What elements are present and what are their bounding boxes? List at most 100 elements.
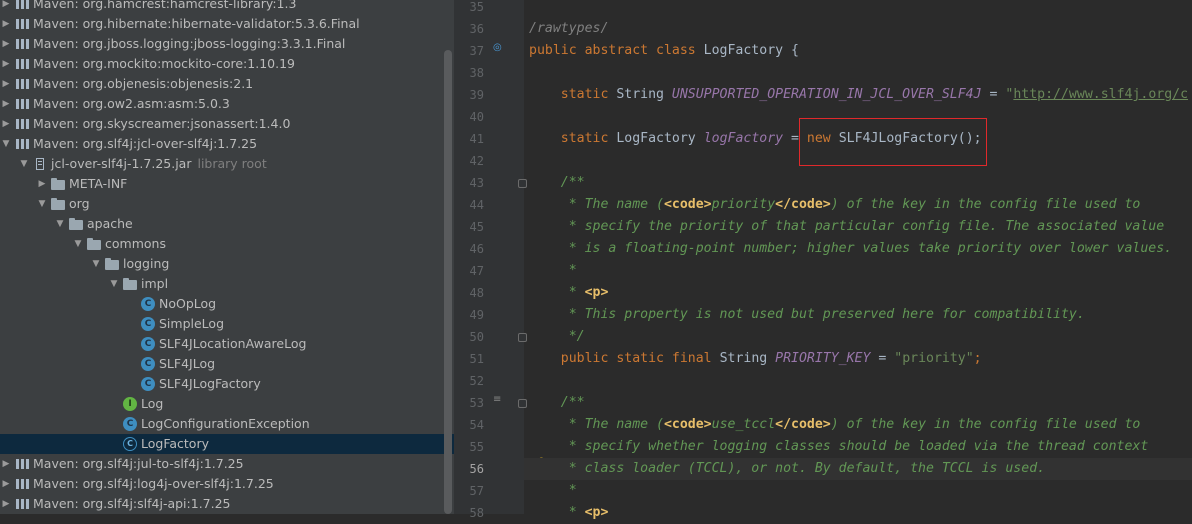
tree-row[interactable]: C NoOpLog	[0, 294, 454, 314]
tree-row[interactable]: ▼ apache	[0, 214, 454, 234]
tree-row[interactable]: I Log	[0, 394, 454, 414]
tree-row-label: Maven: org.slf4j:jul-to-slf4j:1.7.25	[33, 456, 244, 471]
line-number[interactable]: 37	[454, 40, 484, 62]
tree-row[interactable]: ▶ Maven: org.slf4j:jul-to-slf4j:1.7.25	[0, 454, 454, 474]
code-line[interactable]: * <p>	[529, 502, 609, 524]
folder-icon	[123, 277, 137, 291]
line-number[interactable]: 39	[454, 84, 484, 106]
line-number[interactable]: 42	[454, 150, 484, 172]
tree-row[interactable]: ▶ Maven: org.slf4j:slf4j-api:1.7.25	[0, 494, 454, 514]
tree-row[interactable]: ▶ Maven: org.hamcrest:hamcrest-library:1.…	[0, 0, 454, 14]
tree-row[interactable]: ▶ Maven: org.ow2.asm:asm:5.0.3	[0, 94, 454, 114]
tree-row[interactable]: ▼ Maven: org.slf4j:jcl-over-slf4j:1.7.25	[0, 134, 454, 154]
tree-row[interactable]: ▼ logging	[0, 254, 454, 274]
line-number[interactable]: 49	[454, 304, 484, 326]
line-number[interactable]: 41	[454, 128, 484, 150]
tree-row[interactable]: ▼ commons	[0, 234, 454, 254]
code-line[interactable]: public static final String PRIORITY_KEY …	[529, 348, 982, 370]
line-number[interactable]: 40	[454, 106, 484, 128]
line-number[interactable]: 47	[454, 260, 484, 282]
code-line[interactable]: * <p>	[529, 282, 609, 304]
code-line[interactable]: */	[529, 326, 585, 348]
chevron-right-icon[interactable]: ▶	[0, 54, 12, 74]
code-line[interactable]: * specify the priority of that particula…	[529, 216, 1164, 238]
chevron-down-icon[interactable]: ▼	[36, 194, 48, 214]
line-number[interactable]: 48	[454, 282, 484, 304]
project-tree-scrollbar[interactable]	[444, 50, 452, 514]
line-number[interactable]: 56	[454, 458, 484, 480]
code-token: *	[529, 285, 585, 300]
exception-class-icon: C	[123, 417, 137, 431]
line-number[interactable]: 36	[454, 18, 484, 40]
code-line[interactable]: * is a floating-point number; higher val…	[529, 238, 1172, 260]
code-line[interactable]: /**	[529, 172, 585, 194]
tree-row[interactable]: ▼ jcl-over-slf4j-1.7.25.jar library root	[0, 154, 454, 174]
library-icon	[15, 17, 29, 31]
chevron-right-icon[interactable]: ▶	[0, 454, 12, 474]
line-number[interactable]: 38	[454, 62, 484, 84]
line-number[interactable]: 54	[454, 414, 484, 436]
tree-row[interactable]: C SimpleLog	[0, 314, 454, 334]
tree-row[interactable]: ▶ Maven: org.slf4j:log4j-over-slf4j:1.7.2…	[0, 474, 454, 494]
implemented-marker-icon[interactable]: ◎	[493, 42, 502, 53]
chevron-down-icon[interactable]: ▼	[90, 254, 102, 274]
chevron-right-icon[interactable]: ▶	[0, 34, 12, 54]
chevron-right-icon[interactable]: ▶	[0, 74, 12, 94]
line-number[interactable]: 46	[454, 238, 484, 260]
chevron-right-icon[interactable]: ▶	[0, 114, 12, 134]
code-line[interactable]: * specify whether logging classes should…	[529, 436, 1149, 458]
tree-row[interactable]: C LogFactory	[0, 434, 454, 454]
code-line[interactable]: public abstract class LogFactory {	[529, 40, 799, 62]
code-line[interactable]: * The name (<code>priority</code>) of th…	[529, 194, 1141, 216]
code-line[interactable]: *	[529, 480, 577, 502]
tree-row[interactable]: ▶ META-INF	[0, 174, 454, 194]
line-number[interactable]: 55	[454, 436, 484, 458]
tree-row[interactable]: C SLF4JLocationAwareLog	[0, 334, 454, 354]
chevron-right-icon[interactable]: ▶	[0, 0, 12, 14]
fold-marker-icon[interactable]	[518, 399, 527, 408]
line-number[interactable]: 53	[454, 392, 484, 414]
code-token: /rawtypes/	[529, 21, 609, 36]
tree-row[interactable]: ▼ org	[0, 194, 454, 214]
code-line[interactable]: * The name (<code>use_tccl</code>) of th…	[529, 414, 1141, 436]
line-number[interactable]: 50	[454, 326, 484, 348]
tree-row[interactable]: C LogConfigurationException	[0, 414, 454, 434]
chevron-down-icon[interactable]: ▼	[72, 234, 84, 254]
line-number[interactable]: 35	[454, 0, 484, 18]
code-line[interactable]: *	[529, 260, 577, 282]
chevron-down-icon[interactable]: ▼	[54, 214, 66, 234]
chevron-down-icon[interactable]: ▼	[18, 154, 30, 174]
line-number[interactable]: 51	[454, 348, 484, 370]
code-line[interactable]: /rawtypes/	[529, 18, 608, 40]
code-line[interactable]: static String UNSUPPORTED_OPERATION_IN_J…	[529, 84, 1188, 106]
code-line[interactable]: * This property is not used but preserve…	[529, 304, 1085, 326]
tree-row[interactable]: C SLF4JLogFactory	[0, 374, 454, 394]
line-number[interactable]: 57	[454, 480, 484, 502]
chevron-right-icon[interactable]: ▶	[0, 14, 12, 34]
line-number[interactable]: 44	[454, 194, 484, 216]
chevron-down-icon[interactable]: ▼	[0, 134, 12, 154]
code-line[interactable]: /**	[529, 392, 585, 414]
tree-row[interactable]: ▶ Maven: org.jboss.logging:jboss-logging:…	[0, 34, 454, 54]
tree-row[interactable]: ▶ Maven: org.objenesis:objenesis:2.1	[0, 74, 454, 94]
code-token: * is a floating-point number; higher val…	[529, 241, 1173, 256]
tree-row[interactable]: ▶ Maven: org.hibernate:hibernate-validato…	[0, 14, 454, 34]
line-number[interactable]: 45	[454, 216, 484, 238]
line-number[interactable]: 58	[454, 502, 484, 524]
chevron-right-icon[interactable]: ▶	[0, 474, 12, 494]
quick-doc-icon[interactable]: ≡	[493, 394, 501, 405]
fold-marker-icon[interactable]	[518, 333, 527, 342]
line-number[interactable]: 43	[454, 172, 484, 194]
chevron-right-icon[interactable]: ▶	[0, 94, 12, 114]
code-token: String	[719, 351, 776, 366]
tree-row[interactable]: ▶ Maven: org.mockito:mockito-core:1.10.19	[0, 54, 454, 74]
tree-row[interactable]: ▼ impl	[0, 274, 454, 294]
chevron-right-icon[interactable]: ▶	[0, 494, 12, 514]
chevron-down-icon[interactable]: ▼	[108, 274, 120, 294]
line-number[interactable]: 52	[454, 370, 484, 392]
chevron-right-icon[interactable]: ▶	[36, 174, 48, 194]
tree-row[interactable]: ▶ Maven: org.skyscreamer:jsonassert:1.4.0	[0, 114, 454, 134]
code-line[interactable]: * class loader (TCCL), or not. By defaul…	[529, 458, 1045, 480]
tree-row[interactable]: C SLF4JLog	[0, 354, 454, 374]
fold-marker-icon[interactable]	[518, 179, 527, 188]
